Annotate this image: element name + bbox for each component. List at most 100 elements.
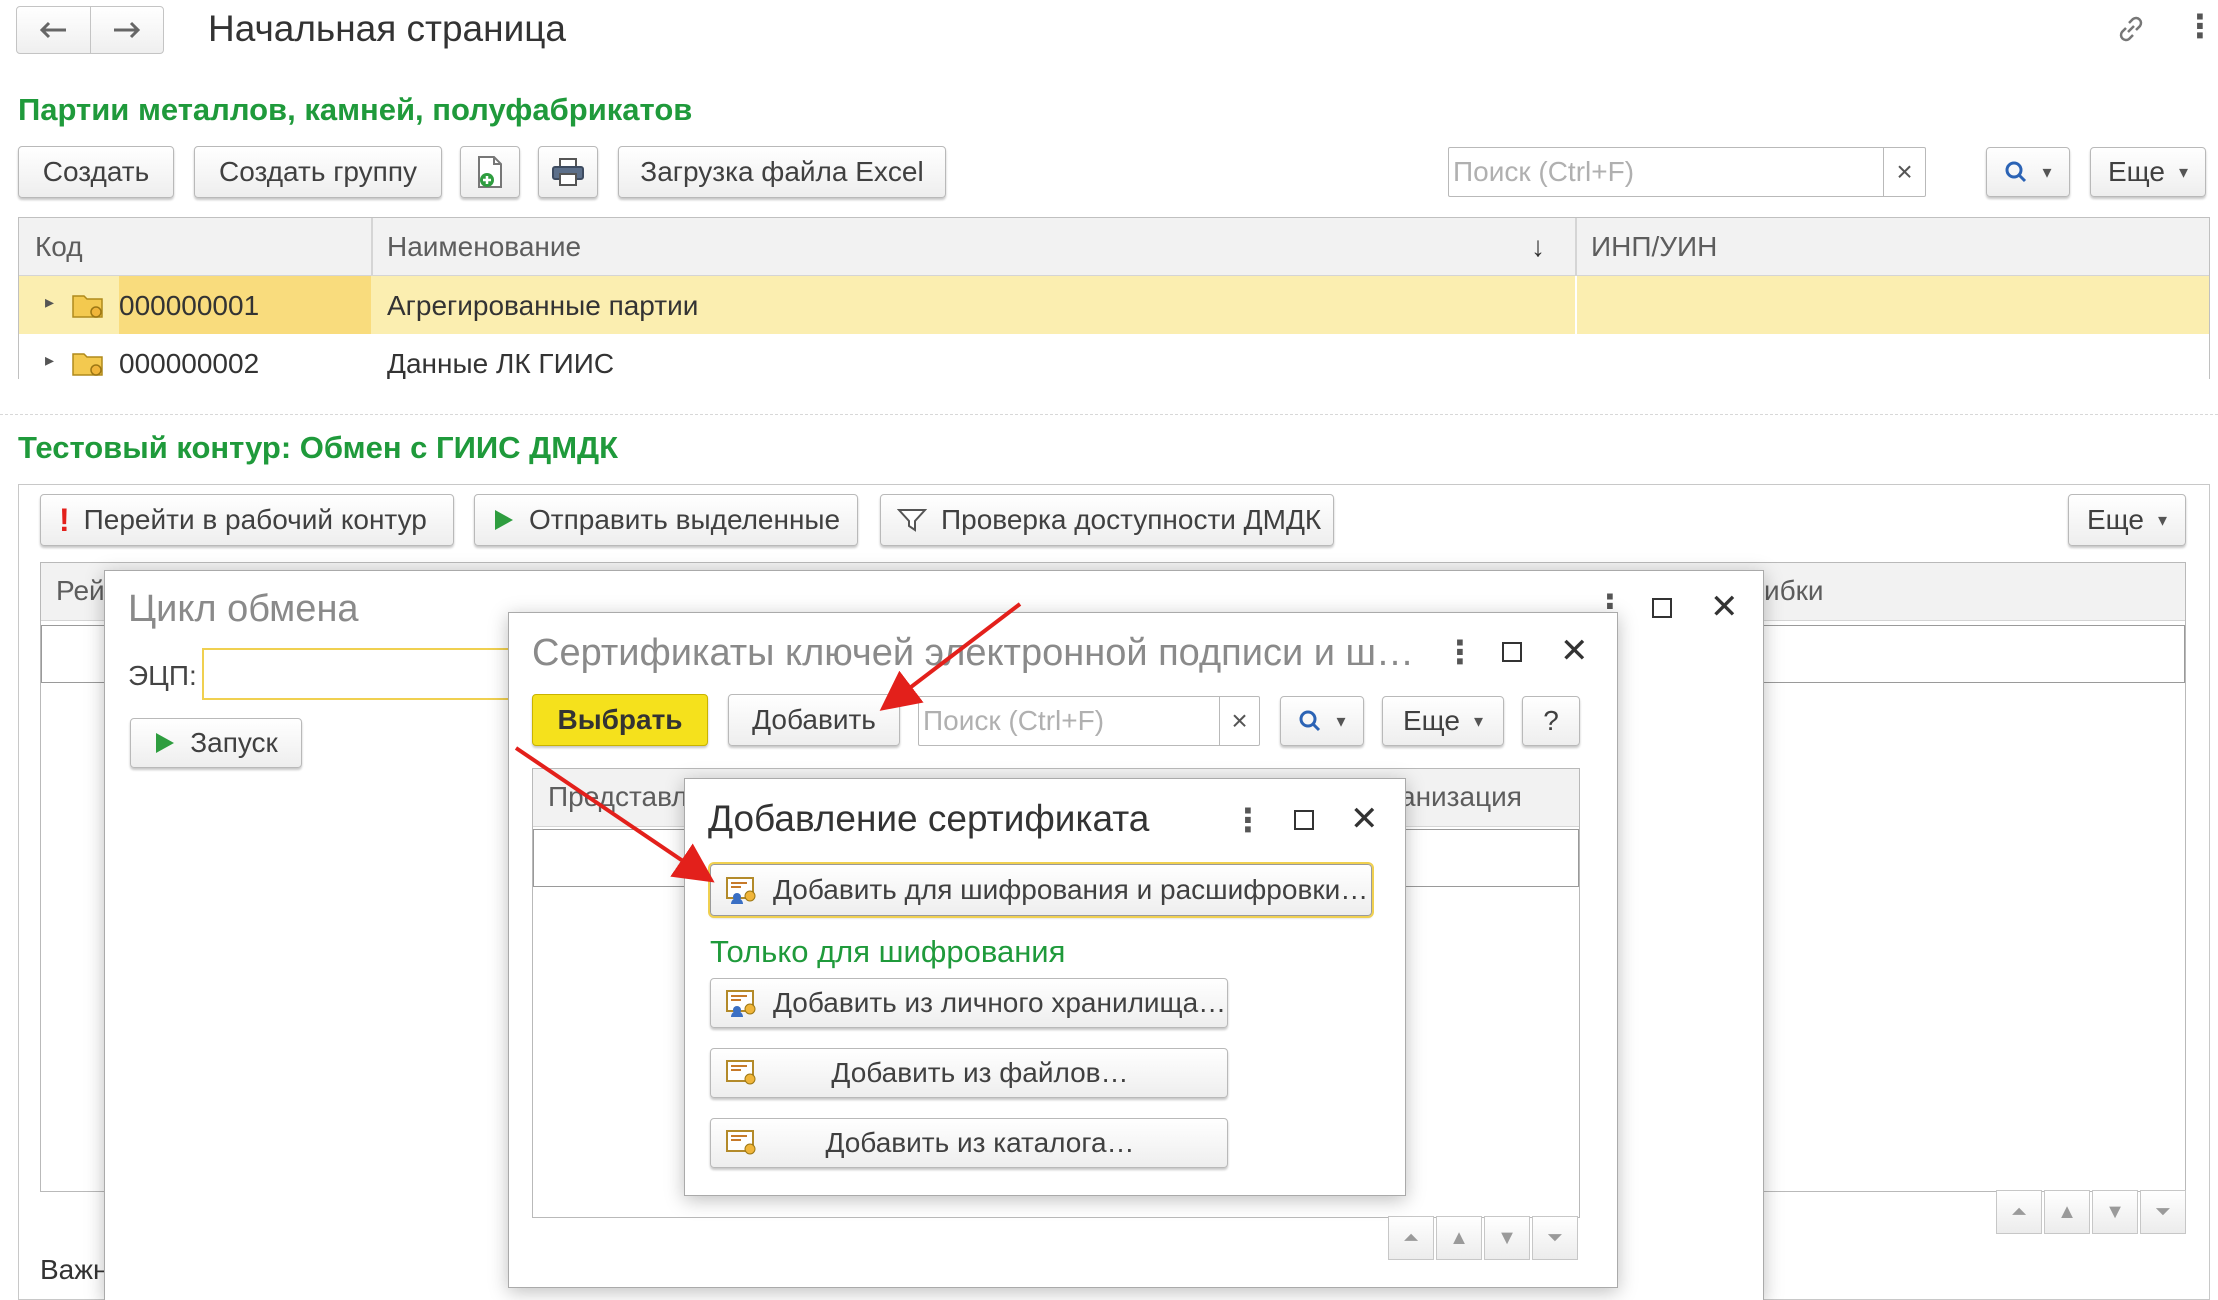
check-dmdk-label: Проверка доступности ДМДК xyxy=(941,504,1322,535)
check-dmdk-button[interactable]: Проверка доступности ДМДК xyxy=(880,494,1334,546)
choose-button[interactable]: Выбрать xyxy=(532,694,708,746)
search-icon xyxy=(2005,161,2027,183)
excel-import-label: Загрузка файла Excel xyxy=(640,156,924,187)
column-header-name[interactable]: Наименование xyxy=(387,218,581,276)
test-section-title: Тестовый контур: Обмен с ГИИС ДМДК xyxy=(18,430,619,465)
add-from-catalog-button[interactable]: Добавить из каталога… xyxy=(710,1118,1228,1168)
certificate-user-icon xyxy=(726,990,756,1017)
vertical-dots-icon[interactable]: ⋮ xyxy=(2184,10,2216,42)
row-name: Данные ЛК ГИИС xyxy=(387,348,615,379)
batches-search-input[interactable]: Поиск (Ctrl+F) × xyxy=(1448,147,1926,197)
chevron-down-icon: ▾ xyxy=(1336,710,1346,731)
column-header-organization[interactable]: анизация xyxy=(1400,768,1522,826)
page-title: Начальная страница xyxy=(208,8,567,49)
certs-first-row-button[interactable]: ⏶ xyxy=(1388,1216,1434,1260)
choose-label: Выбрать xyxy=(557,704,683,735)
certs-last-row-button[interactable]: ⏷ xyxy=(1532,1216,1578,1260)
certs-next-row-button[interactable]: ▼ xyxy=(1484,1216,1530,1260)
add-label: Добавить xyxy=(752,704,876,735)
send-selected-label: Отправить выделенные xyxy=(529,504,841,535)
expand-arrow-icon[interactable]: ▸ xyxy=(45,292,54,313)
important-label: Важн xyxy=(40,1254,109,1285)
send-selected-button[interactable]: Отправить выделенные xyxy=(474,494,858,546)
print-button[interactable] xyxy=(538,146,598,198)
table-header: Код Наименование ↓ ИНП/УИН xyxy=(19,218,2209,276)
exclamation-icon: ! xyxy=(59,501,70,538)
create-button[interactable]: Создать xyxy=(18,146,174,198)
clear-search-button[interactable]: × xyxy=(1219,697,1259,745)
certificates-window-title: Сертификаты ключей электронной подписи и… xyxy=(532,632,1415,674)
help-label: ? xyxy=(1543,705,1559,736)
certs-maximize-icon[interactable] xyxy=(1502,642,1522,662)
document-add-icon xyxy=(478,156,502,188)
search-icon xyxy=(1299,710,1321,732)
copy-button[interactable] xyxy=(460,146,520,198)
play-icon xyxy=(495,510,513,530)
add-from-files-label: Добавить из файлов… xyxy=(831,1057,1129,1088)
excel-import-button[interactable]: Загрузка файла Excel xyxy=(618,146,946,198)
add-encrypt-decrypt-label: Добавить для шифрования и расшифровки… xyxy=(773,874,1369,905)
add-cert-close-icon[interactable]: ✕ xyxy=(1350,802,1379,836)
cycle-close-icon[interactable]: ✕ xyxy=(1710,590,1739,624)
batches-section-title: Партии металлов, камней, полуфабрикатов xyxy=(18,92,693,127)
column-header-code[interactable]: Код xyxy=(35,218,83,276)
column-header-inn[interactable]: ИНП/УИН xyxy=(1591,218,1717,276)
certs-more-button[interactable]: Еще ▾ xyxy=(1382,696,1504,746)
first-row-button[interactable]: ⏶ xyxy=(1996,1190,2042,1234)
add-from-storage-label: Добавить из личного хранилища… xyxy=(773,987,1227,1018)
certs-menu-icon[interactable]: ⋮ xyxy=(1444,636,1476,668)
table-row[interactable]: ▸ 000000001 Агрегированные партии xyxy=(19,276,2209,334)
back-button[interactable] xyxy=(17,7,91,53)
cycle-maximize-icon[interactable] xyxy=(1652,598,1672,618)
batches-table: Код Наименование ↓ ИНП/УИН ▸ 000000001 А… xyxy=(18,217,2210,379)
search-options-button[interactable]: ▾ xyxy=(1986,147,2070,197)
certificate-icon xyxy=(726,1060,756,1085)
ecp-field[interactable] xyxy=(202,648,522,700)
column-header-presentation[interactable]: Представл xyxy=(548,768,688,826)
certs-close-icon[interactable]: ✕ xyxy=(1560,634,1589,668)
prev-row-button[interactable]: ▲ xyxy=(2044,1190,2090,1234)
add-certificate-title: Добавление сертификата xyxy=(708,798,1150,839)
certs-prev-row-button[interactable]: ▲ xyxy=(1436,1216,1482,1260)
expand-arrow-icon[interactable]: ▸ xyxy=(45,350,54,371)
cycle-window-title: Цикл обмена xyxy=(128,588,359,630)
search-placeholder: Поиск (Ctrl+F) xyxy=(923,705,1105,736)
chevron-down-icon: ▾ xyxy=(2157,509,2168,530)
search-placeholder: Поиск (Ctrl+F) xyxy=(1453,156,1635,187)
column-header-left[interactable]: Рей xyxy=(56,562,105,620)
column-header-errors[interactable]: ибки xyxy=(1764,562,1824,620)
more-label: Еще xyxy=(2086,504,2144,535)
more-label: Еще xyxy=(1402,705,1460,736)
row-code: 000000002 xyxy=(119,348,260,379)
add-from-storage-button[interactable]: Добавить из личного хранилища… xyxy=(710,978,1228,1028)
run-button[interactable]: Запуск xyxy=(130,718,302,768)
go-work-contour-button[interactable]: ! Перейти в рабочий контур xyxy=(40,494,454,546)
add-cert-menu-icon[interactable]: ⋮ xyxy=(1232,804,1264,836)
last-row-button[interactable]: ⏷ xyxy=(2140,1190,2186,1234)
create-group-button[interactable]: Создать группу xyxy=(194,146,442,198)
folder-icon xyxy=(72,295,103,318)
forward-button[interactable] xyxy=(91,7,164,53)
sort-down-icon[interactable]: ↓ xyxy=(1531,218,1545,276)
add-cert-maximize-icon[interactable] xyxy=(1294,810,1314,830)
folder-icon xyxy=(72,353,103,376)
help-button[interactable]: ? xyxy=(1522,696,1580,746)
add-from-files-button[interactable]: Добавить из файлов… xyxy=(710,1048,1228,1098)
test-more-button[interactable]: Еще ▾ xyxy=(2068,494,2186,546)
chevron-down-icon: ▾ xyxy=(2178,161,2189,182)
next-row-button[interactable]: ▼ xyxy=(2092,1190,2138,1234)
add-encrypt-decrypt-button[interactable]: Добавить для шифрования и расшифровки… xyxy=(708,862,1374,918)
batches-more-button[interactable]: Еще ▾ xyxy=(2090,147,2206,197)
certs-search-options-button[interactable]: ▾ xyxy=(1280,696,1364,746)
table-row[interactable]: ▸ 000000002 Данные ЛК ГИИС xyxy=(19,334,2209,379)
link-icon[interactable] xyxy=(2114,12,2148,46)
add-certificate-button[interactable]: Добавить xyxy=(728,694,900,746)
go-work-contour-label: Перейти в рабочий контур xyxy=(83,504,427,535)
clear-search-button[interactable]: × xyxy=(1883,148,1925,196)
section-divider xyxy=(0,414,2218,415)
certs-search-input[interactable]: Поиск (Ctrl+F) × xyxy=(918,696,1260,746)
printer-icon xyxy=(552,158,584,186)
certificate-user-icon xyxy=(726,877,756,904)
create-label: Создать xyxy=(42,156,150,187)
chevron-down-icon: ▾ xyxy=(2042,161,2052,182)
